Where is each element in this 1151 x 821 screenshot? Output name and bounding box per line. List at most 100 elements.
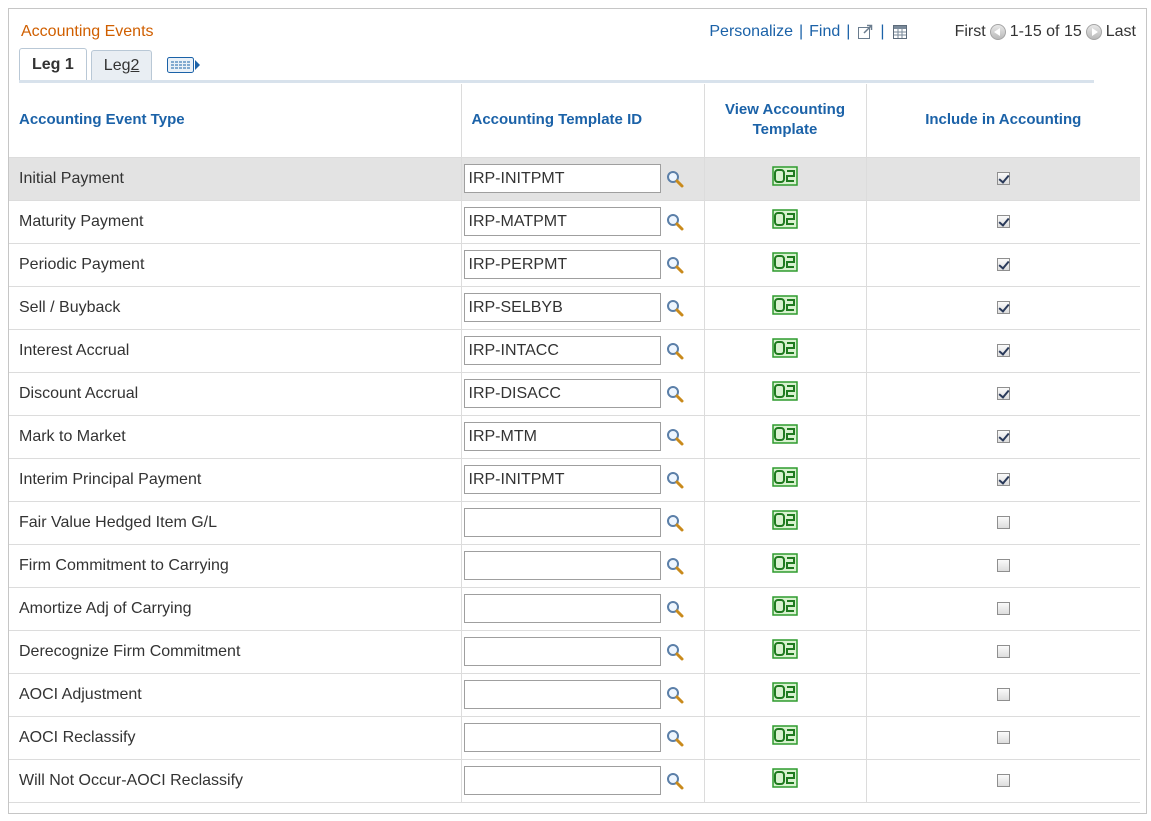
tab-leg-1[interactable]: Leg 1 — [19, 48, 87, 80]
template-id-input[interactable] — [463, 207, 661, 236]
accounting-events-grid: Accounting Events Personalize | Find | |… — [8, 8, 1147, 814]
template-id-input[interactable] — [463, 723, 661, 752]
previous-arrow-icon[interactable] — [989, 24, 1006, 40]
magnifier-icon[interactable] — [664, 684, 686, 706]
template-id-input[interactable] — [463, 250, 661, 279]
table-header-row: Accounting Event Type Accounting Templat… — [9, 84, 1140, 158]
include-cell — [866, 200, 1140, 244]
magnifier-icon[interactable] — [664, 770, 686, 792]
view-template-icon[interactable] — [772, 553, 798, 573]
view-template-icon[interactable] — [772, 381, 798, 401]
include-checkbox[interactable] — [996, 300, 1010, 314]
include-checkbox[interactable] — [996, 171, 1010, 185]
magnifier-icon[interactable] — [664, 641, 686, 663]
template-id-input[interactable] — [463, 508, 661, 537]
include-checkbox[interactable] — [996, 558, 1010, 572]
magnifier-icon[interactable] — [664, 254, 686, 276]
separator: | — [798, 23, 804, 40]
include-cell — [866, 372, 1140, 416]
event-type-label: Interest Accrual — [19, 341, 130, 359]
table-row: Firm Commitment to Carrying — [9, 544, 1140, 588]
template-id-input[interactable] — [463, 164, 661, 193]
next-arrow-icon[interactable] — [1085, 24, 1102, 40]
event-type-label: Amortize Adj of Carrying — [19, 599, 192, 617]
template-id-input[interactable] — [463, 336, 661, 365]
template-id-input[interactable] — [463, 680, 661, 709]
magnifier-icon[interactable] — [664, 168, 686, 190]
template-id-input[interactable] — [463, 637, 661, 666]
table-row: Mark to Market — [9, 415, 1140, 459]
view-template-icon[interactable] — [772, 725, 798, 745]
include-cell — [866, 415, 1140, 459]
column-header-event-type[interactable]: Accounting Event Type — [9, 84, 462, 158]
magnifier-icon[interactable] — [664, 598, 686, 620]
include-cell — [866, 329, 1140, 373]
include-checkbox[interactable] — [996, 343, 1010, 357]
view-template-cell — [704, 329, 867, 373]
template-id-cell — [461, 415, 705, 459]
magnifier-icon[interactable] — [664, 727, 686, 749]
include-checkbox[interactable] — [996, 429, 1010, 443]
view-template-icon[interactable] — [772, 596, 798, 616]
find-link[interactable]: Find — [809, 23, 840, 41]
include-checkbox[interactable] — [996, 257, 1010, 271]
include-cell — [866, 673, 1140, 717]
view-template-icon[interactable] — [772, 424, 798, 444]
column-header-include[interactable]: Include in Accounting — [866, 84, 1140, 158]
include-checkbox[interactable] — [996, 730, 1010, 744]
magnifier-icon[interactable] — [664, 340, 686, 362]
event-type-cell: Periodic Payment — [9, 243, 462, 287]
view-template-icon[interactable] — [772, 467, 798, 487]
template-id-input[interactable] — [463, 594, 661, 623]
download-grid-icon[interactable] — [892, 24, 908, 40]
template-id-input[interactable] — [463, 551, 661, 580]
include-checkbox[interactable] — [996, 214, 1010, 228]
event-type-cell: Discount Accrual — [9, 372, 462, 416]
view-template-icon[interactable] — [772, 166, 798, 186]
magnifier-icon[interactable] — [664, 383, 686, 405]
magnifier-icon[interactable] — [664, 555, 686, 577]
new-window-icon[interactable] — [857, 24, 873, 40]
view-template-icon[interactable] — [772, 682, 798, 702]
event-type-label: Derecognize Firm Commitment — [19, 642, 241, 660]
view-template-cell — [704, 501, 867, 545]
table-row: Amortize Adj of Carrying — [9, 587, 1140, 631]
template-id-cell — [461, 587, 705, 631]
event-type-label: Discount Accrual — [19, 384, 139, 402]
template-id-cell — [461, 716, 705, 760]
template-id-input[interactable] — [463, 422, 661, 451]
include-checkbox[interactable] — [996, 601, 1010, 615]
template-id-input[interactable] — [463, 379, 661, 408]
include-checkbox[interactable] — [996, 472, 1010, 486]
magnifier-icon[interactable] — [664, 512, 686, 534]
view-template-icon[interactable] — [772, 338, 798, 358]
column-header-view-template[interactable]: View Accounting Template — [704, 84, 867, 158]
page-title: Accounting Events — [21, 23, 154, 40]
template-id-input[interactable] — [463, 465, 661, 494]
view-template-icon[interactable] — [772, 295, 798, 315]
template-id-input[interactable] — [463, 293, 661, 322]
magnifier-icon[interactable] — [664, 211, 686, 233]
view-template-icon[interactable] — [772, 768, 798, 788]
event-type-cell: Will Not Occur-AOCI Reclassify — [9, 759, 462, 803]
view-template-icon[interactable] — [772, 639, 798, 659]
view-template-icon[interactable] — [772, 209, 798, 229]
event-type-label: Periodic Payment — [19, 255, 145, 273]
include-checkbox[interactable] — [996, 644, 1010, 658]
view-template-cell — [704, 286, 867, 330]
magnifier-icon[interactable] — [664, 469, 686, 491]
personalize-link[interactable]: Personalize — [709, 23, 793, 41]
include-checkbox[interactable] — [996, 773, 1010, 787]
tab-leg-2[interactable]: Leg 2 — [90, 50, 153, 80]
magnifier-icon[interactable] — [664, 426, 686, 448]
magnifier-icon[interactable] — [664, 297, 686, 319]
include-checkbox[interactable] — [996, 515, 1010, 529]
include-checkbox[interactable] — [996, 687, 1010, 701]
include-checkbox[interactable] — [996, 386, 1010, 400]
view-template-icon[interactable] — [772, 510, 798, 530]
tab-label-accelerator: 2 — [130, 56, 140, 74]
template-id-input[interactable] — [463, 766, 661, 795]
show-all-columns-icon[interactable] — [166, 54, 202, 76]
view-template-icon[interactable] — [772, 252, 798, 272]
column-header-template-id[interactable]: Accounting Template ID — [461, 84, 705, 158]
